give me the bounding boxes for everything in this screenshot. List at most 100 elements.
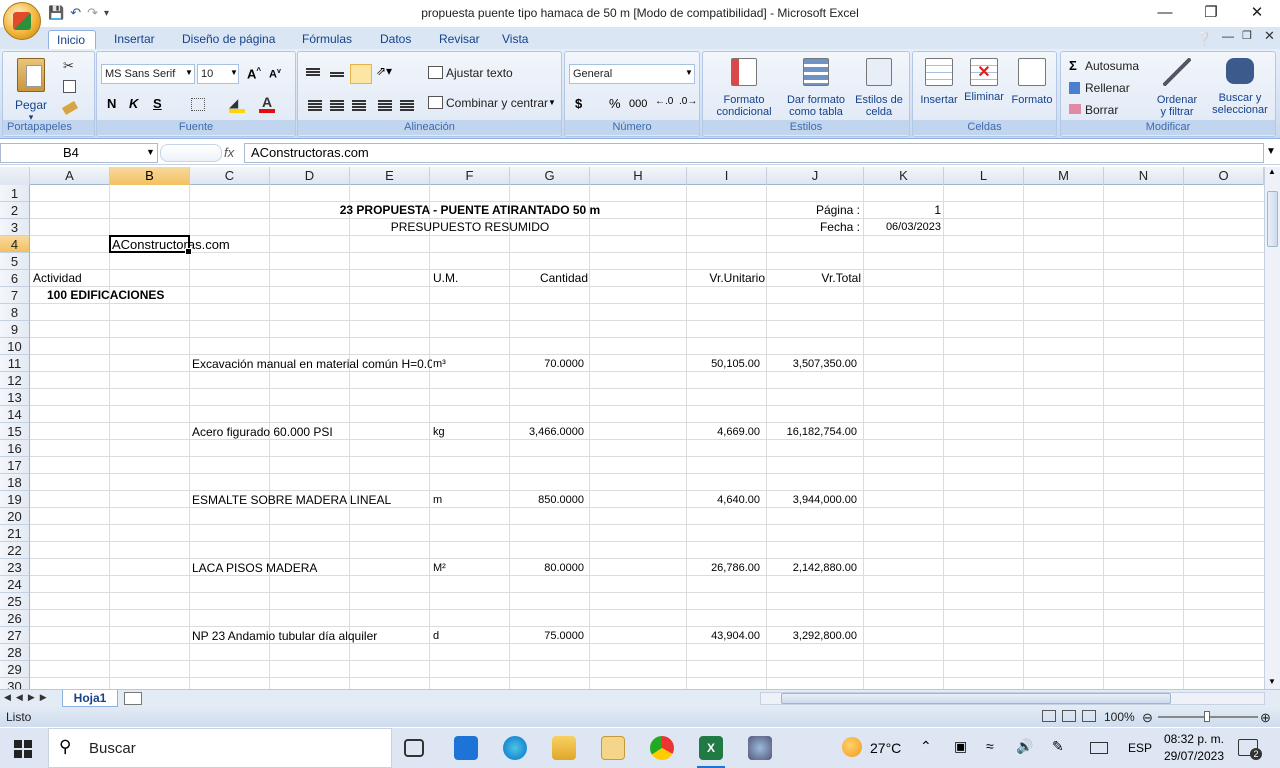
excel-taskbar-icon[interactable]: X <box>699 736 723 760</box>
item-um[interactable]: d <box>433 628 503 645</box>
row-header[interactable]: 27 <box>0 627 30 644</box>
meet-icon[interactable]: ▣ <box>954 738 967 755</box>
align-right-icon[interactable] <box>352 100 366 102</box>
item-description[interactable]: Acero figurado 60.000 PSI <box>192 424 432 441</box>
align-top-icon[interactable] <box>306 68 320 70</box>
format-painter-icon[interactable] <box>61 101 79 115</box>
insert-sheet-icon[interactable] <box>124 692 142 705</box>
office-button[interactable] <box>3 2 41 40</box>
vertical-scrollbar[interactable]: ▲ ▼ <box>1264 167 1280 689</box>
header-um[interactable]: U.M. <box>433 270 458 287</box>
item-um[interactable]: m³ <box>433 356 503 373</box>
wifi-icon[interactable]: ≈ <box>986 738 994 754</box>
row-header[interactable]: 8 <box>0 304 30 321</box>
row-header[interactable]: 28 <box>0 644 30 661</box>
row-header[interactable]: 10 <box>0 338 30 355</box>
vertical-scroll-thumb[interactable] <box>1267 191 1278 247</box>
borders-icon[interactable] <box>191 98 205 111</box>
scroll-up-icon[interactable]: ▲ <box>1268 167 1276 176</box>
formula-bar-expand-icon[interactable]: ▼ <box>1266 146 1276 157</box>
column-header-d[interactable]: D <box>270 167 350 185</box>
chrome-icon[interactable] <box>650 736 674 760</box>
column-header-k[interactable]: K <box>864 167 944 185</box>
page-break-view-icon[interactable] <box>1082 710 1096 722</box>
row-header[interactable]: 11 <box>0 355 30 372</box>
tab-datos[interactable]: Datos <box>372 30 419 49</box>
item-total-value[interactable]: 16,182,754.00 <box>767 424 857 441</box>
item-quantity[interactable]: 850.0000 <box>510 492 584 509</box>
date-value[interactable]: 06/03/2023 <box>864 219 941 236</box>
number-format-select[interactable]: General <box>569 64 695 84</box>
font-color-icon[interactable]: A <box>259 94 275 113</box>
sheet-tab-hoja1[interactable]: Hoja1 <box>62 690 118 707</box>
weather-temp[interactable]: 27°C <box>870 740 901 756</box>
row-header[interactable]: 7 <box>0 287 30 304</box>
worksheet-grid[interactable]: A B C D E F G H I J K L M N O 1234567891… <box>0 167 1264 689</box>
format-cells-button[interactable]: Formato <box>1009 58 1055 106</box>
item-quantity[interactable]: 80.0000 <box>510 560 584 577</box>
task-view-icon[interactable] <box>404 739 424 757</box>
name-box-dropdown-icon[interactable]: ▼ <box>146 147 155 157</box>
font-name-select[interactable]: MS Sans Serif <box>101 64 195 84</box>
row-header[interactable]: 18 <box>0 474 30 491</box>
paste-button[interactable]: Pegar ▾ <box>11 58 51 123</box>
insert-function-icon[interactable]: fx <box>224 145 234 160</box>
row-header[interactable]: 20 <box>0 508 30 525</box>
row-header[interactable]: 2 <box>0 202 30 219</box>
decrease-indent-icon[interactable] <box>378 100 392 102</box>
formula-input[interactable]: AConstructoras.com <box>244 143 1264 163</box>
clock-time[interactable]: 08:32 p. m. <box>1162 732 1224 746</box>
horizontal-scrollbar[interactable] <box>760 692 1265 705</box>
row-header[interactable]: 9 <box>0 321 30 338</box>
column-header-g[interactable]: G <box>510 167 590 185</box>
header-unit-value[interactable]: Vr.Unitario <box>687 270 765 287</box>
grow-font-icon[interactable]: A^ <box>247 66 261 81</box>
help-icon[interactable]: ❔ <box>1196 31 1212 47</box>
item-description[interactable]: NP 23 Andamio tubular día alquiler <box>192 628 432 645</box>
row-header[interactable]: 19 <box>0 491 30 508</box>
find-select-button[interactable]: Buscar y seleccionar <box>1207 58 1273 116</box>
sheet-nav-icons[interactable]: ◀◀▶▶ <box>4 692 52 703</box>
name-box[interactable]: B4 <box>0 143 158 163</box>
autosum-button[interactable]: Autosuma <box>1085 60 1139 72</box>
item-total-value[interactable]: 3,292,800.00 <box>767 628 857 645</box>
cut-icon[interactable]: ✂ <box>63 58 74 74</box>
zoom-out-icon[interactable]: ⊖ <box>1142 710 1153 726</box>
orientation-icon[interactable]: ⇗▾ <box>376 64 404 84</box>
tab-insertar[interactable]: Insertar <box>106 30 163 49</box>
column-header-e[interactable]: E <box>350 167 430 185</box>
zoom-in-icon[interactable]: ⊕ <box>1260 710 1271 726</box>
item-unit-value[interactable]: 26,786.00 <box>687 560 760 577</box>
horizontal-scroll-thumb[interactable] <box>781 693 1171 704</box>
increase-indent-icon[interactable] <box>400 100 414 102</box>
row-header[interactable]: 29 <box>0 661 30 678</box>
format-as-table-button[interactable]: Dar formato como tabla <box>781 58 851 118</box>
save-icon[interactable]: 💾 <box>48 5 64 21</box>
row-header[interactable]: 21 <box>0 525 30 542</box>
underline-button[interactable]: S <box>153 96 162 111</box>
tab-vista[interactable]: Vista <box>494 30 536 49</box>
decrease-decimal-icon[interactable]: .0→ <box>679 96 697 107</box>
section-heading[interactable]: 100 EDIFICACIONES <box>47 287 164 304</box>
item-description[interactable]: ESMALTE SOBRE MADERA LINEAL <box>192 492 432 509</box>
scroll-down-icon[interactable]: ▼ <box>1268 677 1276 686</box>
fill-button[interactable]: Rellenar <box>1085 82 1130 94</box>
column-header-a[interactable]: A <box>30 167 110 185</box>
italic-button[interactable]: K <box>129 96 138 111</box>
row-header[interactable]: 14 <box>0 406 30 423</box>
bold-button[interactable]: N <box>107 96 116 111</box>
formula-bar-expand-handle[interactable] <box>160 144 222 162</box>
row-header[interactable]: 23 <box>0 559 30 576</box>
ribbon-minimize-icon[interactable]: — <box>1222 29 1234 43</box>
header-total-value[interactable]: Vr.Total <box>767 270 861 287</box>
thousands-button[interactable]: 000 <box>629 98 647 110</box>
windows-start-icon[interactable] <box>14 740 32 758</box>
minimize-button[interactable]: — <box>1142 0 1188 27</box>
edge-icon[interactable] <box>503 736 527 760</box>
item-unit-value[interactable]: 50,105.00 <box>687 356 760 373</box>
redo-icon[interactable]: ↷ <box>87 5 98 21</box>
file-explorer-icon[interactable] <box>552 736 576 760</box>
wrap-text-button[interactable]: Ajustar texto <box>446 67 513 79</box>
row-header[interactable]: 5 <box>0 253 30 270</box>
item-description[interactable]: LACA PISOS MADERA <box>192 560 432 577</box>
